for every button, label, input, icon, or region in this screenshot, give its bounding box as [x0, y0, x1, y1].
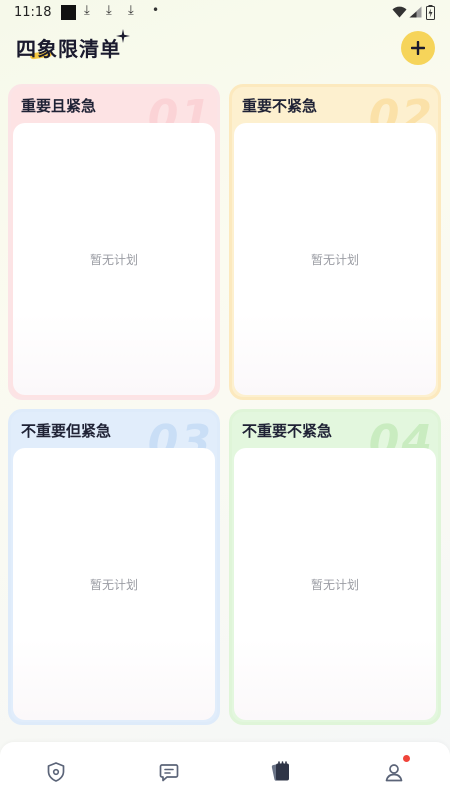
quadrant-important-not-urgent[interactable]: 重要不紧急 02 暂无计划	[229, 84, 441, 400]
page-title: 四象限清单	[16, 37, 121, 61]
quadrant-title: 重要不紧急	[242, 97, 318, 115]
notification-badge	[403, 755, 410, 762]
empty-state-text: 暂无计划	[89, 577, 138, 592]
chat-icon	[159, 764, 179, 782]
profile-icon	[385, 764, 403, 782]
status-time: 11:18	[14, 5, 52, 20]
download-icon: ⤓	[84, 3, 90, 18]
bottom-tab-bar	[0, 742, 450, 800]
quadrant-not-important-not-urgent[interactable]: 不重要不紧急 04 暂无计划	[229, 409, 441, 725]
notes-icon	[271, 761, 289, 781]
quadrant-title: 不重要不紧急	[242, 422, 333, 440]
quadrant-task-list[interactable]: 暂无计划	[234, 448, 436, 720]
quadrant-task-list[interactable]: 暂无计划	[234, 123, 436, 395]
plus-icon	[411, 41, 425, 55]
tab-profile[interactable]	[382, 755, 410, 784]
tab-notes-active[interactable]	[269, 760, 293, 784]
empty-state-text: 暂无计划	[89, 252, 138, 267]
battery-charging-icon	[426, 5, 435, 20]
signal-icon	[409, 6, 422, 18]
wifi-icon	[392, 6, 407, 18]
download-icon: ⤓	[128, 3, 134, 18]
empty-state-text: 暂无计划	[310, 252, 359, 267]
shield-icon	[47, 762, 65, 782]
sparkle-icon	[116, 29, 130, 43]
quadrant-task-list[interactable]: 暂无计划	[13, 123, 215, 395]
add-plan-button[interactable]	[401, 31, 435, 65]
quadrant-title: 不重要但紧急	[21, 422, 112, 440]
quadrant-not-important-urgent[interactable]: 不重要但紧急 03 暂无计划	[8, 409, 220, 725]
more-notifications-dot-icon: •	[152, 3, 160, 17]
tab-messages[interactable]	[157, 760, 181, 784]
tab-shield[interactable]	[44, 760, 68, 784]
status-notification-icon	[61, 5, 76, 20]
quadrant-task-list[interactable]: 暂无计划	[13, 448, 215, 720]
download-icon: ⤓	[106, 3, 112, 18]
quadrant-title: 重要且紧急	[21, 97, 97, 115]
empty-state-text: 暂无计划	[310, 577, 359, 592]
quadrant-important-urgent[interactable]: 重要且紧急 01 暂无计划	[8, 84, 220, 400]
status-bar: 11:18 ⤓ ⤓ ⤓ •	[0, 0, 450, 26]
